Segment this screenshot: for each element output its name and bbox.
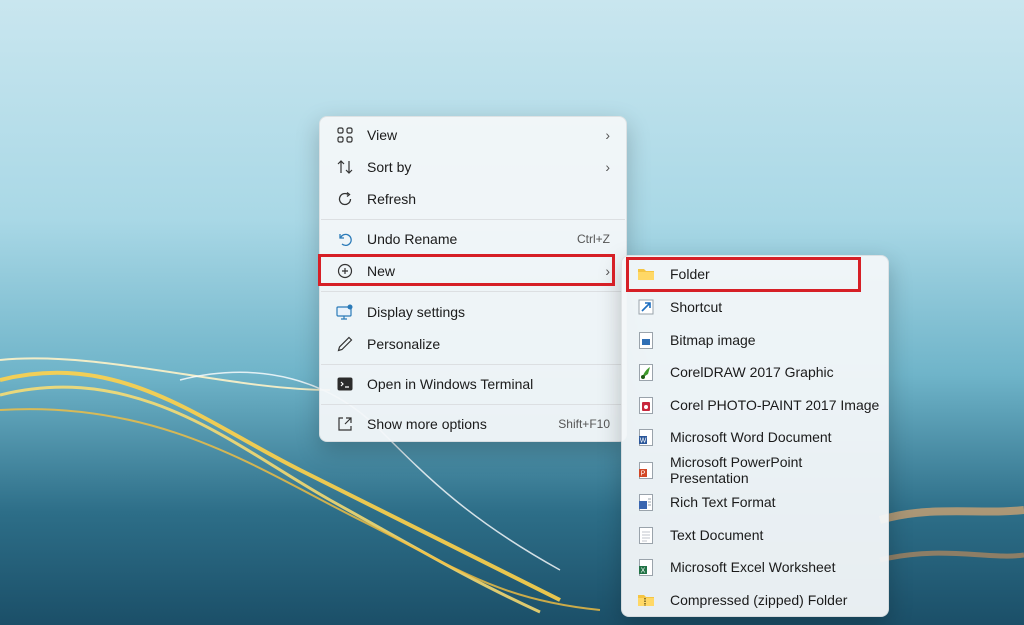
svg-text:X: X bbox=[641, 567, 646, 574]
shortcut-hint: Shift+F10 bbox=[558, 417, 610, 431]
menu-item-label: Microsoft PowerPoint Presentation bbox=[670, 454, 803, 486]
display-icon bbox=[335, 302, 355, 322]
submenu-item-powerpoint[interactable]: P Microsoft PowerPoint Presentation bbox=[626, 454, 884, 486]
menu-divider bbox=[321, 291, 625, 292]
menu-item-label: Corel PHOTO-PAINT 2017 Image bbox=[670, 397, 880, 413]
chevron-right-icon: › bbox=[605, 159, 610, 175]
terminal-icon bbox=[335, 374, 355, 394]
menu-item-label: Sort by bbox=[367, 159, 412, 175]
shortcut-hint: Ctrl+Z bbox=[577, 232, 610, 246]
svg-text:W: W bbox=[640, 437, 647, 444]
menu-item-label: View bbox=[367, 127, 398, 143]
menu-item-sort-by[interactable]: Sort by › bbox=[324, 152, 622, 182]
menu-item-label: Personalize bbox=[367, 336, 441, 352]
submenu-item-photopaint[interactable]: Corel PHOTO-PAINT 2017 Image bbox=[626, 390, 884, 420]
menu-item-refresh[interactable]: Refresh bbox=[324, 184, 622, 214]
bitmap-icon bbox=[636, 330, 656, 350]
highlight-new-item bbox=[318, 254, 615, 286]
rtf-icon bbox=[636, 492, 656, 512]
svg-text:P: P bbox=[641, 470, 646, 477]
word-icon: W bbox=[636, 427, 656, 447]
menu-divider bbox=[321, 219, 625, 220]
menu-item-label: Open in Windows Terminal bbox=[367, 376, 534, 392]
menu-divider bbox=[321, 364, 625, 365]
more-options-icon bbox=[335, 414, 355, 434]
text-document-icon bbox=[636, 525, 656, 545]
menu-item-label: Text Document bbox=[670, 527, 764, 543]
submenu-item-bitmap[interactable]: Bitmap image bbox=[626, 325, 884, 355]
menu-item-label: Undo Rename bbox=[367, 231, 458, 247]
submenu-item-coreldraw[interactable]: CorelDRAW 2017 Graphic bbox=[626, 357, 884, 387]
chevron-right-icon: › bbox=[605, 127, 610, 143]
highlight-folder-item bbox=[626, 257, 861, 292]
refresh-icon bbox=[335, 189, 355, 209]
coreldraw-icon bbox=[636, 362, 656, 382]
menu-item-open-terminal[interactable]: Open in Windows Terminal bbox=[324, 369, 622, 399]
menu-divider bbox=[321, 404, 625, 405]
submenu-item-excel[interactable]: X Microsoft Excel Worksheet bbox=[626, 552, 884, 582]
menu-item-personalize[interactable]: Personalize bbox=[324, 329, 622, 359]
grid-icon bbox=[335, 125, 355, 145]
photopaint-icon bbox=[636, 395, 656, 415]
submenu-item-text-document[interactable]: Text Document bbox=[626, 520, 884, 550]
menu-item-label: Shortcut bbox=[670, 299, 723, 315]
menu-item-display-settings[interactable]: Display settings bbox=[324, 297, 622, 327]
excel-icon: X bbox=[636, 557, 656, 577]
pen-icon bbox=[335, 334, 355, 354]
menu-item-label: Display settings bbox=[367, 304, 466, 320]
menu-item-label: Microsoft Excel Worksheet bbox=[670, 559, 836, 575]
menu-item-show-more-options[interactable]: Show more options Shift+F10 bbox=[324, 409, 622, 439]
menu-item-label: Rich Text Format bbox=[670, 494, 776, 510]
menu-item-label: Microsoft Word Document bbox=[670, 429, 832, 445]
zip-folder-icon bbox=[636, 590, 656, 610]
submenu-item-shortcut[interactable]: Shortcut bbox=[626, 292, 884, 322]
menu-item-label: Refresh bbox=[367, 191, 417, 207]
menu-item-label: Compressed (zipped) Folder bbox=[670, 592, 848, 608]
undo-icon bbox=[335, 229, 355, 249]
powerpoint-icon: P bbox=[636, 460, 656, 480]
menu-item-undo-rename[interactable]: Undo Rename Ctrl+Z bbox=[324, 224, 622, 254]
new-submenu: Folder Shortcut Bitmap image CorelDRAW 2… bbox=[621, 255, 889, 617]
menu-item-label: CorelDRAW 2017 Graphic bbox=[670, 364, 834, 380]
submenu-item-zip-folder[interactable]: Compressed (zipped) Folder bbox=[626, 585, 884, 615]
menu-item-view[interactable]: View › bbox=[324, 120, 622, 150]
menu-item-label: Show more options bbox=[367, 416, 487, 432]
submenu-item-rtf[interactable]: Rich Text Format bbox=[626, 487, 884, 517]
sort-icon bbox=[335, 157, 355, 177]
submenu-item-word[interactable]: W Microsoft Word Document bbox=[626, 422, 884, 452]
menu-item-label: Bitmap image bbox=[670, 332, 756, 348]
shortcut-icon bbox=[636, 297, 656, 317]
